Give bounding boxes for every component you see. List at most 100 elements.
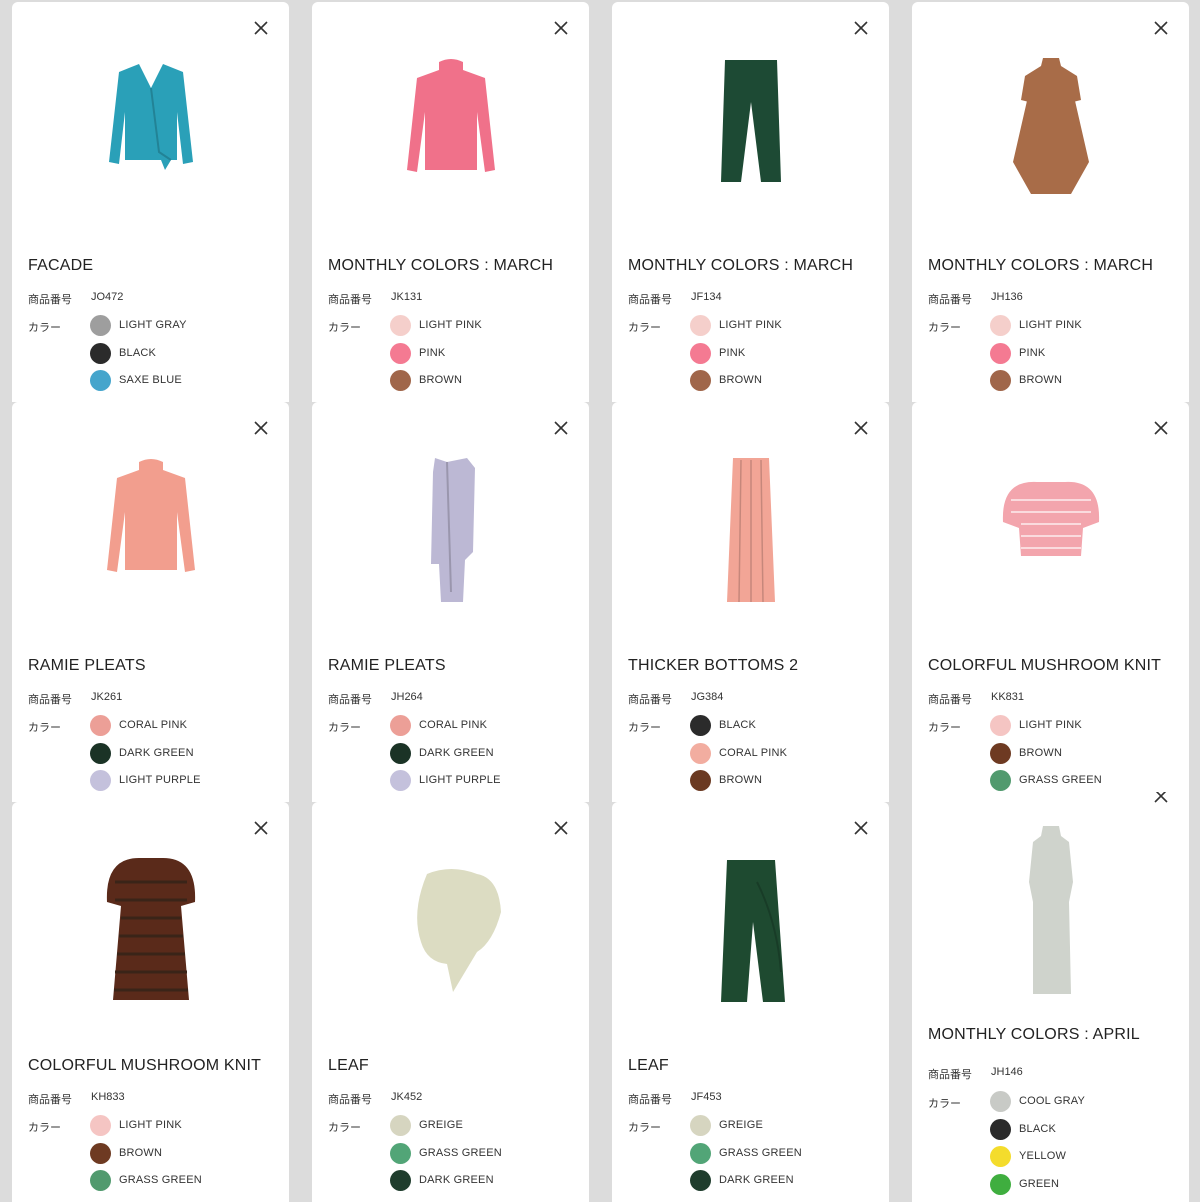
color-swatch[interactable]: [690, 1142, 711, 1164]
product-card[interactable]: LEAF 商品番号 JK452 カラー GREIGE GRASS GREEN DARK GR…: [312, 802, 589, 1202]
color-swatch[interactable]: [390, 1142, 411, 1164]
color-swatch[interactable]: [90, 342, 111, 364]
color-swatch[interactable]: [690, 742, 711, 764]
color-swatch[interactable]: [690, 1115, 711, 1136]
product-title[interactable]: LEAF: [628, 1057, 669, 1075]
product-title[interactable]: LEAF: [328, 1057, 369, 1075]
color-swatch[interactable]: [990, 315, 1011, 336]
color-name: PINK: [719, 346, 746, 359]
product-card[interactable]: LEAF 商品番号 JF453 カラー GREIGE GRASS GREEN DARK GR…: [612, 802, 889, 1202]
product-card[interactable]: MONTHLY COLORS : MARCH 商品番号 JF134 カラー LIGHT …: [612, 2, 889, 402]
color-swatch[interactable]: [990, 1146, 1011, 1167]
item-code: JH264: [391, 691, 423, 703]
product-card[interactable]: MONTHLY COLORS : MARCH 商品番号 JK131 カラー LIGHT …: [312, 2, 589, 402]
item-no-label: 商品番号: [928, 1069, 972, 1081]
color-name: CORAL PINK: [119, 719, 188, 731]
color-name: LIGHT PINK: [719, 319, 782, 331]
color-swatch[interactable]: [990, 1091, 1011, 1112]
product-card[interactable]: RAMIE PLEATS 商品番号 JK261 カラー CORAL PINK DARK G…: [12, 402, 289, 802]
color-swatch[interactable]: [690, 342, 711, 364]
item-no-label: 商品番号: [28, 694, 72, 706]
color-swatch[interactable]: [90, 1142, 111, 1164]
product-card[interactable]: MONTHLY COLORS : MARCH 商品番号 JH136 カラー LIGHT …: [912, 2, 1189, 402]
color-swatch[interactable]: [690, 715, 711, 736]
color-swatch[interactable]: [990, 770, 1011, 791]
product-title[interactable]: MONTHLY COLORS : MARCH: [328, 257, 553, 275]
color-name: GREIGE: [719, 1119, 763, 1131]
close-button[interactable]: [1149, 792, 1173, 808]
color-name: GRASS GREEN: [719, 1146, 802, 1159]
product-card[interactable]: COLORFUL MUSHROOM KNIT 商品番号 KH833 カラー LIGHT …: [12, 802, 289, 1202]
item-no-label: 商品番号: [928, 694, 972, 706]
color-swatch[interactable]: [690, 370, 711, 391]
garment-image: [720, 60, 781, 182]
product-title[interactable]: RAMIE PLEATS: [328, 657, 446, 675]
product-image[interactable]: [12, 432, 289, 632]
product-image[interactable]: [312, 432, 589, 632]
color-name: BROWN: [119, 1146, 163, 1159]
product-image[interactable]: [12, 832, 289, 1032]
color-swatch[interactable]: [390, 370, 411, 391]
product-image[interactable]: [912, 32, 1189, 232]
item-no-label: 商品番号: [28, 294, 72, 306]
product-image[interactable]: [612, 832, 889, 1032]
color-label: カラー: [628, 322, 661, 334]
color-name: CORAL PINK: [419, 719, 488, 731]
color-swatch[interactable]: [690, 770, 711, 791]
color-swatch[interactable]: [90, 715, 111, 736]
product-title[interactable]: MONTHLY COLORS : APRIL: [928, 1026, 1140, 1044]
color-swatch[interactable]: [90, 770, 111, 791]
garment-image: [106, 459, 195, 572]
product-title[interactable]: MONTHLY COLORS : MARCH: [928, 257, 1153, 275]
product-image[interactable]: [612, 32, 889, 232]
color-name: GREIGE: [419, 1119, 463, 1131]
color-swatch[interactable]: [990, 342, 1011, 364]
product-card[interactable]: THICKER BOTTOMS 2 商品番号 JG384 カラー BLACK CORAL …: [612, 402, 889, 802]
product-image[interactable]: [912, 432, 1189, 632]
color-swatch[interactable]: [390, 342, 411, 364]
product-title[interactable]: THICKER BOTTOMS 2: [628, 657, 798, 675]
product-card[interactable]: RAMIE PLEATS 商品番号 JH264 カラー CORAL PINK DARK G…: [312, 402, 589, 802]
product-title[interactable]: COLORFUL MUSHROOM KNIT: [28, 1057, 261, 1075]
product-title[interactable]: RAMIE PLEATS: [28, 657, 146, 675]
color-swatch[interactable]: [990, 742, 1011, 764]
product-image[interactable]: [12, 32, 289, 232]
color-swatch[interactable]: [90, 315, 111, 336]
color-swatch[interactable]: [390, 1115, 411, 1136]
color-swatch[interactable]: [990, 370, 1011, 391]
color-swatch[interactable]: [90, 370, 111, 391]
item-no-label: 商品番号: [328, 294, 372, 306]
item-code: KH833: [91, 1091, 125, 1103]
product-title[interactable]: COLORFUL MUSHROOM KNIT: [928, 657, 1161, 675]
color-swatch[interactable]: [990, 1173, 1011, 1195]
product-image[interactable]: [312, 832, 589, 1032]
color-swatch[interactable]: [90, 1115, 111, 1136]
product-card[interactable]: FACADE 商品番号 JO472 カラー LIGHT GRAY BLACK SAXE BL…: [12, 2, 289, 402]
garment-image: [430, 458, 475, 602]
color-name: BROWN: [719, 774, 763, 786]
color-swatch[interactable]: [990, 715, 1011, 736]
product-image[interactable]: [612, 432, 889, 632]
color-label: カラー: [928, 722, 961, 734]
product-title[interactable]: MONTHLY COLORS : MARCH: [628, 257, 853, 275]
color-swatch[interactable]: [90, 1170, 111, 1191]
product-image[interactable]: [912, 812, 1189, 1012]
color-swatch[interactable]: [690, 1170, 711, 1191]
color-swatch[interactable]: [90, 742, 111, 764]
color-label: カラー: [928, 322, 961, 334]
color-name: DARK GREEN: [419, 1174, 494, 1186]
color-name: BROWN: [419, 374, 463, 386]
color-name: GREEN: [1019, 1177, 1060, 1190]
color-swatch[interactable]: [390, 315, 411, 336]
product-card[interactable]: COLORFUL MUSHROOM KNIT 商品番号 KK831 カラー LIGHT …: [912, 402, 1189, 802]
color-swatch[interactable]: [390, 742, 411, 764]
color-swatch[interactable]: [990, 1118, 1011, 1140]
product-title[interactable]: FACADE: [28, 257, 93, 275]
garment-image: [726, 458, 775, 603]
color-swatch[interactable]: [690, 315, 711, 336]
product-image[interactable]: [312, 32, 589, 232]
color-swatch[interactable]: [390, 770, 411, 791]
color-swatch[interactable]: [390, 1170, 411, 1191]
product-card[interactable]: MONTHLY COLORS : APRIL 商品番号 JH146 カラー COOL G…: [912, 792, 1189, 1202]
color-swatch[interactable]: [390, 715, 411, 736]
